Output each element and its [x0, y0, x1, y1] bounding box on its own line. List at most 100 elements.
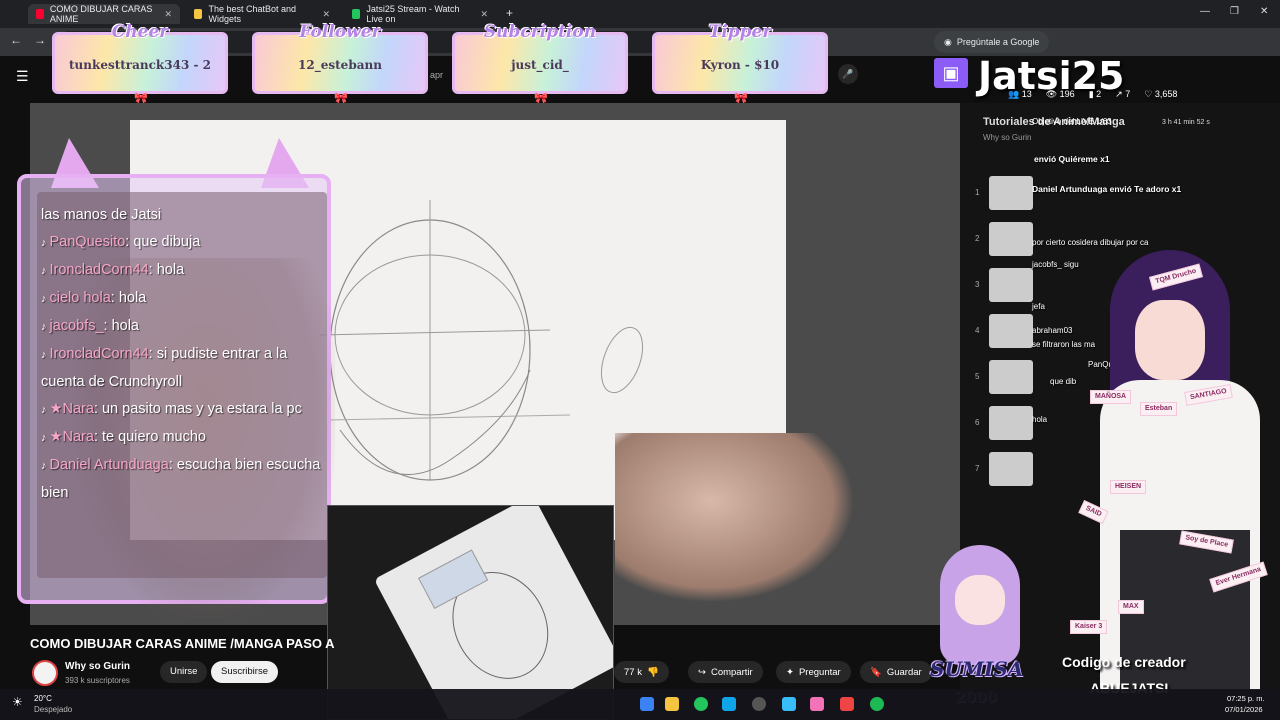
ask-button[interactable]: ✦ Preguntar — [776, 661, 851, 683]
tiktok-icon: ♪ — [41, 404, 47, 416]
app-icon[interactable] — [810, 697, 824, 711]
tab-youtube-video[interactable]: COMO DIBUJAR CARAS ANIME ✕ — [28, 4, 180, 24]
channel-name[interactable]: Why so Gurin — [65, 661, 130, 672]
mini-chat-line: jefa — [1032, 302, 1045, 311]
tab-chatbot[interactable]: The best ChatBot and Widgets ✕ — [186, 4, 338, 24]
chat-lines: las manos de Jatsi ♪ PanQuesito: que dibu… — [41, 202, 321, 507]
sumisa-badge: SUMISA — [930, 657, 1024, 681]
tiktok-app-icon[interactable] — [840, 697, 854, 711]
playlist-thumbnail — [989, 452, 1033, 486]
app-icon[interactable] — [722, 697, 736, 711]
playlist-item[interactable]: 3 — [975, 268, 1065, 304]
mini-chat-line: jacobfs_ sigu — [1032, 260, 1079, 269]
search-input[interactable]: apr — [430, 70, 443, 80]
chatbot-icon — [194, 9, 203, 19]
mini-chat-line: se filtraron las ma — [1032, 340, 1096, 349]
playlist-thumbnail — [989, 314, 1033, 348]
clock-date[interactable]: 07/01/2026 — [1225, 705, 1263, 714]
alert-value: tunkesttranck343 - 2 — [69, 58, 211, 72]
app-icon[interactable] — [782, 697, 796, 711]
playlist-number: 1 — [975, 188, 980, 197]
playlist-item[interactable]: 1 — [975, 176, 1065, 212]
viewers-stat: 👥 13 — [1008, 89, 1032, 99]
chat-message: ♪ ★Nara: te quiero mucho — [41, 429, 206, 445]
new-tab-button[interactable]: + — [506, 6, 513, 20]
playlist-number: 3 — [975, 280, 980, 289]
forward-icon[interactable]: → — [34, 33, 46, 47]
share-button[interactable]: ↪ Compartir — [688, 661, 763, 683]
youtube-icon — [36, 9, 44, 19]
name-sticker: MAÑOSA — [1090, 390, 1132, 404]
tab-twitch[interactable]: Jatsi25 Stream - Watch Live on ✕ — [344, 4, 496, 24]
minimize-button[interactable]: — — [1200, 6, 1210, 17]
tablet-device — [373, 506, 613, 719]
gift-event: Daniel Artunduaga envió Te adoro x1 — [1032, 184, 1182, 194]
mini-chat-line: abraham03 — [1032, 326, 1073, 335]
maximize-button[interactable]: ❐ — [1230, 6, 1239, 17]
name-sticker: HEISEN — [1110, 480, 1147, 494]
subscription-alert: Subcription just_cid_ 🎀 — [452, 22, 628, 106]
join-button[interactable]: Unirse — [160, 661, 208, 683]
channel-avatar[interactable] — [32, 660, 58, 686]
name-sticker: Kaiser 3 — [1070, 620, 1108, 634]
close-window-button[interactable]: ✕ — [1260, 6, 1268, 17]
avatar-face — [1135, 300, 1205, 380]
like-button[interactable]: 77 k 👎 — [614, 661, 669, 683]
tablet-sketch — [417, 549, 549, 679]
tiktok-icon: ♪ — [41, 432, 47, 444]
alert-value: 12_estebann — [298, 58, 382, 72]
tiktok-icon: ♪ — [41, 237, 47, 249]
playlist-item[interactable]: 6 — [975, 406, 1065, 442]
tiktok-icon: ♪ — [41, 460, 47, 472]
chat-message: ♪ PanQuesito: que dibuja — [41, 234, 201, 250]
playlist-thumbnail — [989, 406, 1033, 440]
playlist-channel: Why so Gurin — [983, 133, 1032, 142]
close-icon[interactable]: ✕ — [322, 9, 330, 20]
playlist-number: 6 — [975, 418, 980, 427]
playlist-number: 4 — [975, 326, 980, 335]
like-count: 77 k — [624, 666, 642, 678]
live-goal-timer: 3 h 41 min 52 s — [1162, 119, 1210, 126]
app-icon[interactable] — [752, 697, 766, 711]
spotify-icon[interactable] — [870, 697, 884, 711]
name-sticker: MAX — [1118, 600, 1144, 614]
microphone-icon[interactable]: 🎤 — [838, 64, 858, 84]
close-icon[interactable]: ✕ — [480, 9, 488, 20]
save-button[interactable]: 🔖 Guardar — [860, 661, 932, 683]
menu-icon[interactable]: ☰ — [16, 68, 29, 85]
stat-b: ↗ 7 — [1115, 89, 1131, 99]
playlist-number: 5 — [975, 372, 980, 381]
playlist-number: 2 — [975, 234, 980, 243]
weather-icon: ☀ — [12, 695, 23, 709]
weather-temperature[interactable]: 20°C — [34, 694, 52, 703]
chat-messages: las manos de Jatsi ♪ PanQuesito: que dibu… — [37, 192, 327, 578]
back-icon[interactable]: ← — [10, 33, 22, 47]
tablet-webcam-inset — [327, 505, 614, 720]
tab-label: The best ChatBot and Widgets — [208, 4, 297, 24]
close-icon[interactable]: ✕ — [164, 9, 172, 20]
subscribe-button[interactable]: Suscribirse — [211, 661, 278, 683]
creator-code-label: Codigo de creador — [1062, 654, 1186, 670]
chrome-icon[interactable] — [694, 697, 708, 711]
tab-label: COMO DIBUJAR CARAS ANIME — [49, 4, 153, 24]
chat-message: ♪ cielo hola: hola — [41, 290, 147, 306]
app-icon[interactable] — [640, 697, 654, 711]
tiktok-icon: ♪ — [41, 321, 47, 333]
stat-a: ▮ 2 — [1088, 89, 1102, 99]
playlist-item[interactable]: 7 — [975, 452, 1065, 488]
clock-time[interactable]: 07:25 p. m. — [1227, 694, 1265, 703]
alert-value: Kyron - $10 — [700, 58, 780, 72]
file-explorer-icon[interactable] — [665, 697, 679, 711]
share-label: Compartir — [710, 666, 753, 678]
playlist-number: 7 — [975, 464, 980, 473]
dislike-icon[interactable]: 👎 — [647, 667, 659, 678]
ask-google-button[interactable]: ◉ Pregúntale a Google — [934, 31, 1050, 53]
views-stat: 👁 196 — [1045, 89, 1075, 99]
alert-title: Cheer — [111, 22, 169, 42]
weather-description: Despejado — [34, 705, 73, 714]
bookmark-icon: 🔖 — [870, 666, 882, 678]
name-sticker: Esteban — [1140, 402, 1178, 416]
playlist-thumbnail — [989, 360, 1033, 394]
chat-overlay: las manos de Jatsi ♪ PanQuesito: que dibu… — [15, 138, 335, 618]
playlist-thumbnail — [989, 268, 1033, 302]
